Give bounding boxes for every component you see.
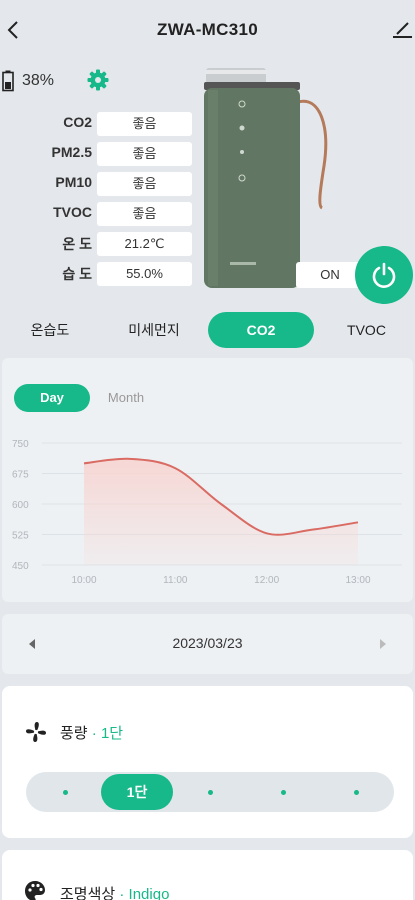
- x-tick-label: 13:00: [345, 575, 370, 586]
- period-month-button[interactable]: Month: [94, 384, 158, 412]
- separator: ·: [91, 725, 97, 742]
- sensor-row-co2: CO2 좋음: [0, 112, 192, 136]
- fan-speed-value: 1단: [100, 725, 124, 742]
- y-tick-label: 450: [12, 561, 29, 572]
- battery-percent: 38%: [22, 72, 55, 89]
- co2-area: [84, 458, 358, 565]
- fan-speed-label: 풍량: [60, 725, 88, 742]
- sensor-label: 습 도: [62, 266, 92, 282]
- metric-tabs: 온습도 미세먼지 CO2 TVOC: [0, 312, 415, 348]
- slider-step[interactable]: [354, 790, 359, 795]
- slider-step[interactable]: [281, 790, 286, 795]
- x-tick-label: 11:00: [163, 575, 188, 586]
- palette-icon: [25, 881, 45, 900]
- power-button[interactable]: [355, 246, 413, 304]
- co2-chart: 750 675 600 525 450 10:00 11:00 12:00 13:00: [12, 439, 402, 586]
- light-color-title: 조명색상 · Indigo: [60, 883, 169, 900]
- pencil-icon[interactable]: [391, 18, 413, 40]
- tab-temp-humidity[interactable]: 온습도: [0, 312, 100, 348]
- tab-fine-dust[interactable]: 미세먼지: [104, 312, 204, 348]
- y-tick-label: 525: [12, 531, 29, 542]
- sensor-value: 21.2℃: [97, 232, 192, 256]
- sensor-row-tvoc: TVOC 좋음: [0, 202, 192, 226]
- date-navigator: 2023/03/23: [2, 614, 413, 674]
- slider-step[interactable]: [63, 790, 68, 795]
- sensor-value: 좋음: [97, 142, 192, 166]
- chart-card: Day Month 750 675 600 525 450 10:00 11:00 12:00…: [2, 358, 413, 602]
- sensor-label: PM10: [55, 174, 92, 190]
- y-tick-label: 750: [12, 439, 29, 450]
- light-color-card: 조명색상 · Indigo: [2, 850, 413, 900]
- slider-thumb[interactable]: 1단: [101, 774, 173, 810]
- sensor-row-humidity: 습 도 55.0%: [0, 262, 192, 286]
- gear-icon[interactable]: [86, 68, 110, 92]
- sensor-value: 좋음: [97, 202, 192, 226]
- sensor-row-temperature: 온 도 21.2℃: [0, 232, 192, 256]
- sensor-value: 좋음: [97, 172, 192, 196]
- period-day-button[interactable]: Day: [14, 384, 90, 412]
- sensor-label: PM2.5: [51, 144, 92, 160]
- tab-tvoc[interactable]: TVOC: [318, 312, 415, 348]
- sensor-row-pm25: PM2.5 좋음: [0, 142, 192, 166]
- sensor-row-pm10: PM10 좋음: [0, 172, 192, 196]
- x-tick-label: 10:00: [71, 575, 96, 586]
- device-title: ZWA-MC310: [157, 20, 258, 39]
- sensor-value: 좋음: [97, 112, 192, 136]
- tab-co2[interactable]: CO2: [208, 312, 314, 348]
- y-tick-label: 600: [12, 500, 29, 511]
- sensor-label: CO2: [63, 114, 92, 130]
- sensor-value: 55.0%: [97, 262, 192, 286]
- caret-right-icon[interactable]: [377, 638, 389, 650]
- x-tick-label: 12:00: [254, 575, 279, 586]
- battery-icon: [2, 70, 14, 92]
- sensor-label: 온 도: [62, 236, 92, 252]
- power-state-label: ON: [296, 262, 364, 288]
- selected-date: 2023/03/23: [172, 635, 243, 651]
- fan-speed-slider[interactable]: 1단: [26, 772, 394, 812]
- fan-speed-card: 풍량 · 1단 1단: [2, 686, 413, 838]
- power-icon: [372, 262, 396, 288]
- y-tick-label: 675: [12, 470, 29, 481]
- device-image: [204, 68, 328, 288]
- sensor-label: TVOC: [53, 204, 92, 220]
- light-color-value: Indigo: [128, 886, 170, 900]
- fan-icon: [26, 722, 46, 742]
- separator: ·: [119, 886, 125, 900]
- app-header: ZWA-MC310: [0, 0, 415, 60]
- slider-step[interactable]: [208, 790, 213, 795]
- fan-speed-title: 풍량 · 1단: [60, 722, 123, 743]
- light-color-label: 조명색상: [60, 886, 116, 900]
